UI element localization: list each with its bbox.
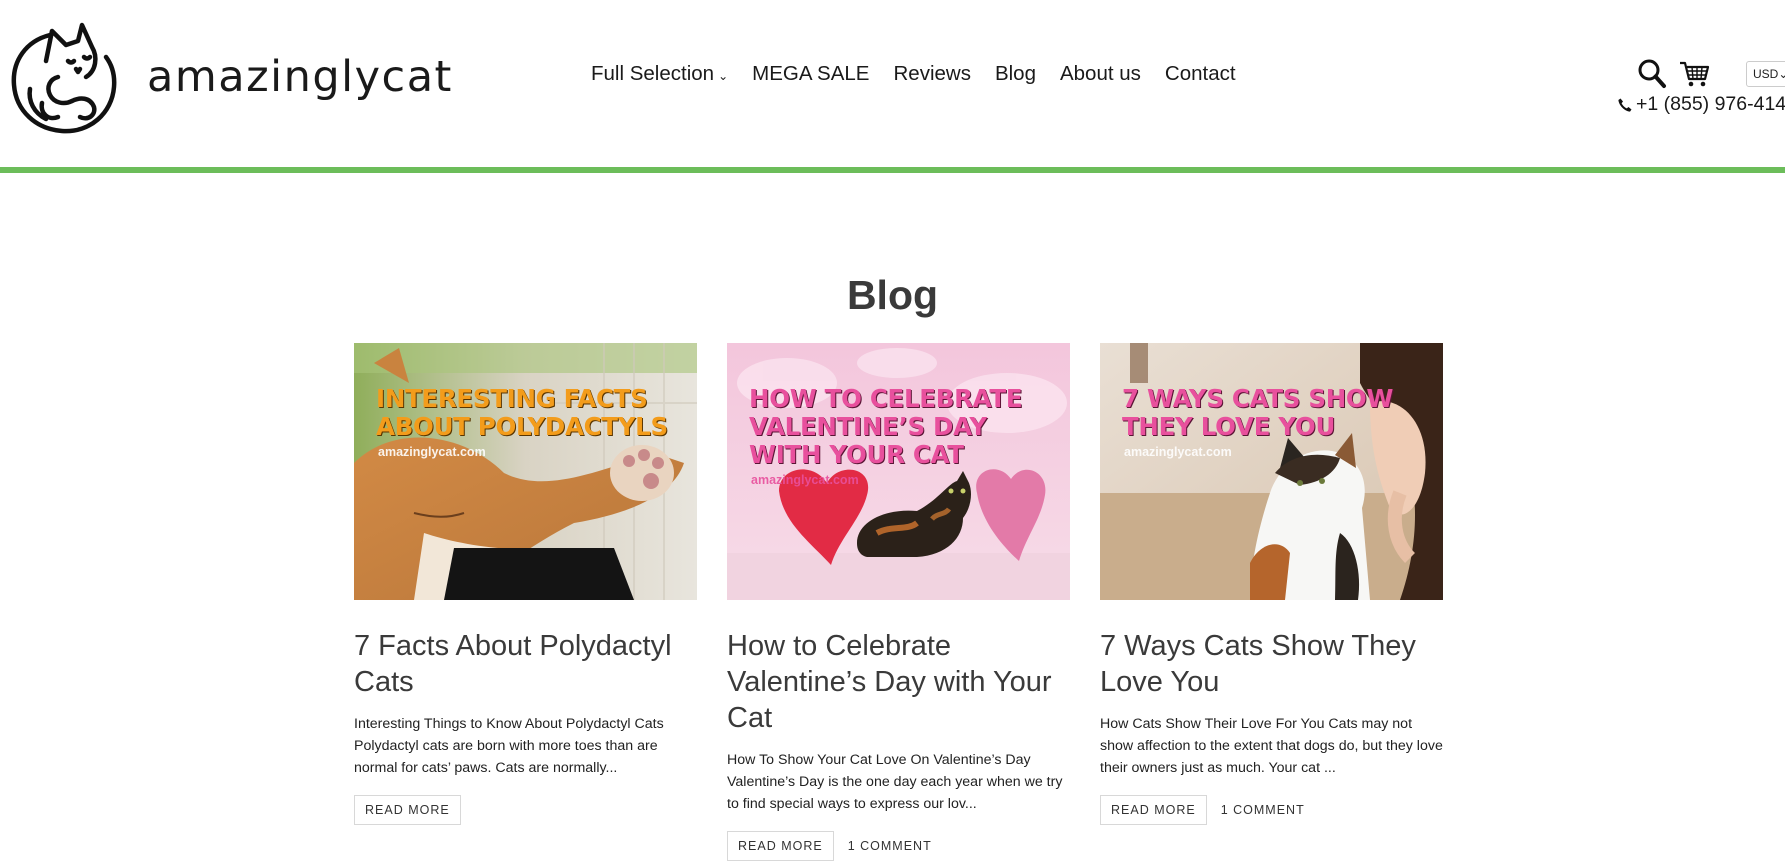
post-excerpt: Interesting Things to Know About Polydac…	[354, 716, 664, 776]
site-header: amazinglycat Full Selection ⌄ MEGA SALE …	[0, 0, 1785, 167]
search-icon[interactable]	[1636, 58, 1668, 90]
read-more-button[interactable]: READ MORE	[1100, 795, 1207, 825]
nav-item-about-us[interactable]: About us	[1060, 62, 1141, 86]
thumbnail-headline: 7 WAYS CATS SHOW THEY LOVE YOU	[1122, 384, 1394, 441]
blog-post-card: HOW TO CELEBRATE VALENTINE’S DAY WITH YO…	[727, 343, 1070, 861]
post-meta: READ MORE 1 COMMENT	[727, 831, 1070, 861]
main-nav: Full Selection ⌄ MEGA SALE Reviews Blog …	[591, 62, 1236, 86]
read-more-button[interactable]: READ MORE	[354, 795, 461, 825]
post-thumbnail[interactable]: HOW TO CELEBRATE VALENTINE’S DAY WITH YO…	[727, 343, 1070, 600]
cat-love-image	[1100, 343, 1443, 600]
nav-item-reviews[interactable]: Reviews	[893, 62, 970, 86]
post-excerpt: How Cats Show Their Love For You Cats ma…	[1100, 716, 1443, 776]
page-title: Blog	[846, 272, 939, 318]
valentine-cat-image	[727, 343, 1070, 600]
thumbnail-headline: HOW TO CELEBRATE VALENTINE’S DAY WITH YO…	[749, 384, 1023, 469]
thumbnail-site-watermark: amazinglycat.com	[1124, 445, 1232, 459]
phone-icon	[1618, 98, 1632, 112]
post-meta: READ MORE 1 COMMENT	[1100, 795, 1443, 825]
nav-item-label: Full Selection	[591, 62, 715, 85]
thumbnail-site-watermark: amazinglycat.com	[378, 445, 486, 459]
nav-item-contact[interactable]: Contact	[1165, 62, 1236, 86]
phone-number: +1 (855) 976-414	[1636, 93, 1785, 115]
currency-selector[interactable]: USD⌄	[1746, 61, 1785, 87]
polydactyl-cat-image	[354, 343, 697, 600]
post-meta: READ MORE	[354, 795, 697, 825]
post-thumbnail[interactable]: INTERESTING FACTS ABOUT POLYDACTYLS amaz…	[354, 343, 697, 600]
post-title[interactable]: How to Celebrate Valentine’s Day with Yo…	[727, 628, 1070, 736]
site-logo[interactable]: amazinglycat	[6, 17, 453, 137]
post-excerpt: How To Show Your Cat Love On Valentine’s…	[727, 752, 1063, 812]
post-title[interactable]: 7 Ways Cats Show They Love You	[1100, 628, 1443, 700]
thumbnail-site-watermark: amazinglycat.com	[751, 473, 859, 487]
phone-contact[interactable]: +1 (855) 976-414	[1617, 93, 1785, 116]
nav-item-blog[interactable]: Blog	[995, 62, 1036, 86]
nav-item-mega-sale[interactable]: MEGA SALE	[752, 62, 869, 86]
post-thumbnail[interactable]: 7 WAYS CATS SHOW THEY LOVE YOU amazingly…	[1100, 343, 1443, 600]
post-title[interactable]: 7 Facts About Polydactyl Cats	[354, 628, 697, 700]
blog-post-card: INTERESTING FACTS ABOUT POLYDACTYLS amaz…	[354, 343, 697, 825]
read-more-button[interactable]: READ MORE	[727, 831, 834, 861]
comment-count-link[interactable]: 1 COMMENT	[1221, 803, 1305, 817]
header-accent-divider	[0, 167, 1785, 173]
blog-post-card: 7 WAYS CATS SHOW THEY LOVE YOU amazingly…	[1100, 343, 1443, 825]
currency-value: USD	[1753, 67, 1779, 81]
cat-logo-icon	[11, 22, 117, 134]
thumbnail-headline: INTERESTING FACTS ABOUT POLYDACTYLS	[376, 384, 668, 441]
chevron-down-icon: ⌄	[1778, 67, 1785, 81]
comment-count-link[interactable]: 1 COMMENT	[848, 839, 932, 853]
header-utility-icons	[1636, 58, 1710, 90]
cart-icon[interactable]	[1678, 58, 1710, 90]
chevron-down-icon: ⌄	[718, 69, 729, 83]
logo-wordmark: amazinglycat	[147, 52, 453, 102]
nav-item-full-selection[interactable]: Full Selection ⌄	[591, 62, 728, 86]
